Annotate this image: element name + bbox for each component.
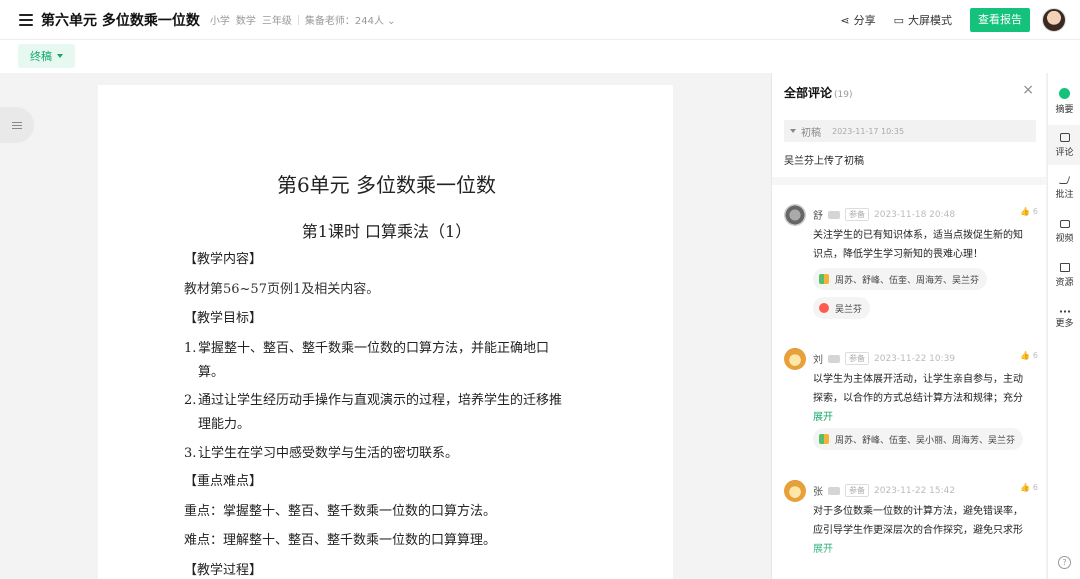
comment-date: 2023-11-22 15:42 [874,485,956,496]
share-button[interactable]: ⋖ 分享 [840,12,875,28]
thumbs-up-icon [819,274,829,284]
comment-icon [1059,132,1070,142]
menu-icon[interactable] [19,13,33,26]
comments-count: (19) [834,90,853,100]
like-button[interactable]: 👍 6 [1020,351,1038,360]
rail-annotate[interactable]: 批注 [1048,168,1080,208]
header-actions: ⋖ 分享 ▭ 大屏模式 查看报告 [840,0,1066,40]
rail-resources[interactable]: 资源 [1048,255,1080,295]
page-title: 第六单元 多位数乘一位数 [41,12,200,29]
hard-point-text: 难点：理解整十、整百、整千数乘一位数的口算算理。 [184,533,497,548]
draft-version-row[interactable]: 初稿 2023-11-17 10:35 [784,120,1036,142]
screen-mode-button[interactable]: ▭ 大屏模式 [894,12,952,28]
meta-grade: 三年级 [261,16,292,27]
hundred-points-icon [819,303,829,313]
user-avatar[interactable] [1042,8,1066,32]
thumbs-up-icon [819,434,829,444]
share-icon: ⋖ [840,13,850,27]
section-heading-key: 【重点难点】 [184,474,263,489]
list-icon [12,121,22,129]
reaction-hundred[interactable]: 吴兰芬 [813,297,871,319]
avatar[interactable] [784,204,806,226]
help-icon[interactable]: ? [1058,556,1071,569]
divider [772,177,1046,185]
comment-text: 以学生为主体展开活动，让学生亲自参与，主动 探索，以合作的方式总结计算方法和规律… [813,370,1033,427]
chevron-down-icon [57,54,63,58]
top-bar: 第六单元 多位数乘一位数 小学 数学 三年级 集备老师：244人 ⌄ ⋖ 分享 … [0,0,1080,40]
more-icon [1058,309,1071,313]
role-badge: 参备 [845,352,869,365]
close-icon[interactable]: × [1022,82,1034,98]
comment-date: 2023-11-18 20:48 [874,209,956,220]
summary-icon [1059,87,1070,99]
tool-rail: 摘要 评论 批注 视频 资源 更多 ? [1047,73,1080,579]
avatar[interactable] [784,348,806,370]
like-button[interactable]: 👍 6 [1020,483,1038,492]
document-page: 第6单元 多位数乘一位数 第1课时 口算乘法（1） 【教学内容】 教材第56~5… [98,85,673,579]
comment-author: 刘 参备 2023-11-22 10:39 [813,352,956,366]
goal-item: 1. 掌握整十、整百、整千数乘一位数的口算方法，并能正确地口 算。 [184,341,550,380]
key-point-text: 重点：掌握整十、整百、整千数乘一位数的口算方法。 [184,504,497,519]
comments-panel-title: 全部评论 (19) [784,86,853,100]
comment-author: 张 参备 2023-11-22 15:42 [813,484,956,498]
caret-down-icon [790,129,796,133]
reaction-thumbs[interactable]: 周苏、舒峰、伍奎、吴小丽、周海芳、吴兰芬 [813,428,1024,450]
goal-item: 2. 通过让学生经历动手操作与直观演示的过程，培养学生的迁移推 理能力。 [184,393,563,432]
content-text: 教材第56~57页例1及相关内容。 [184,282,380,297]
view-report-button[interactable]: 查看报告 [970,8,1030,32]
outline-toggle-button[interactable] [0,107,34,143]
section-heading-process: 【教学过程】 [184,563,263,578]
reaction-thumbs[interactable]: 周苏、舒峰、伍奎、周海芳、吴兰芬 [813,268,988,290]
comment-item: 舒 参备 2023-11-18 20:48 👍 6 关注学生的已有知识体系，适当… [784,204,1038,324]
sub-bar: 终稿 [0,40,1080,73]
rail-more[interactable]: 更多 [1048,299,1080,339]
upload-note: 吴兰芬上传了初稿 [784,156,864,167]
teachers-dropdown[interactable]: 集备老师：244人 ⌄ [305,12,396,27]
thumbs-up-icon: 👍 [1020,483,1031,492]
goal-item: 3. 让学生在学习中感受数学与生活的密切联系。 [184,446,459,461]
thumbs-up-icon: 👍 [1020,351,1031,360]
comment-text: 关注学生的已有知识体系，适当点拨促生新的知 识点，降低学生学习新知的畏难心理！ [813,230,1023,260]
rail-comments[interactable]: 评论 [1048,125,1080,165]
expand-link[interactable]: 展开 [813,408,1033,427]
role-badge: 参备 [845,208,869,221]
comment-date: 2023-11-22 10:39 [874,353,956,364]
scroll-fade [772,543,1046,579]
like-button[interactable]: 👍 6 [1020,207,1038,216]
section-heading-content: 【教学内容】 [184,252,263,267]
comments-panel: 全部评论 (19) × 初稿 2023-11-17 10:35 吴兰芬上传了初稿 … [771,73,1046,579]
comment-item: 刘 参备 2023-11-22 10:39 👍 6 以学生为主体展开活动，让学生… [784,348,1038,458]
comment-author: 舒 参备 2023-11-18 20:48 [813,208,956,222]
annotate-icon [1058,176,1071,184]
rail-video[interactable]: 视频 [1048,212,1080,252]
section-heading-goals: 【教学目标】 [184,311,263,326]
video-icon [1059,220,1070,228]
monitor-icon: ▭ [893,13,904,27]
meta-stage: 小学 [209,16,230,27]
doc-meta: 小学 数学 三年级 集备老师：244人 ⌄ [210,12,396,27]
meta-subject: 数学 [235,16,256,27]
role-badge: 参备 [845,484,869,497]
folder-icon [1059,262,1070,272]
avatar[interactable] [784,480,806,502]
lesson-title: 第1课时 口算乘法（1） [301,222,472,241]
document-title: 第6单元 多位数乘一位数 [276,173,497,197]
meta-divider [297,14,299,25]
thumbs-up-icon: 👍 [1020,207,1031,216]
rail-summary[interactable]: 摘要 [1048,81,1080,121]
version-status-dropdown[interactable]: 终稿 [18,44,75,68]
